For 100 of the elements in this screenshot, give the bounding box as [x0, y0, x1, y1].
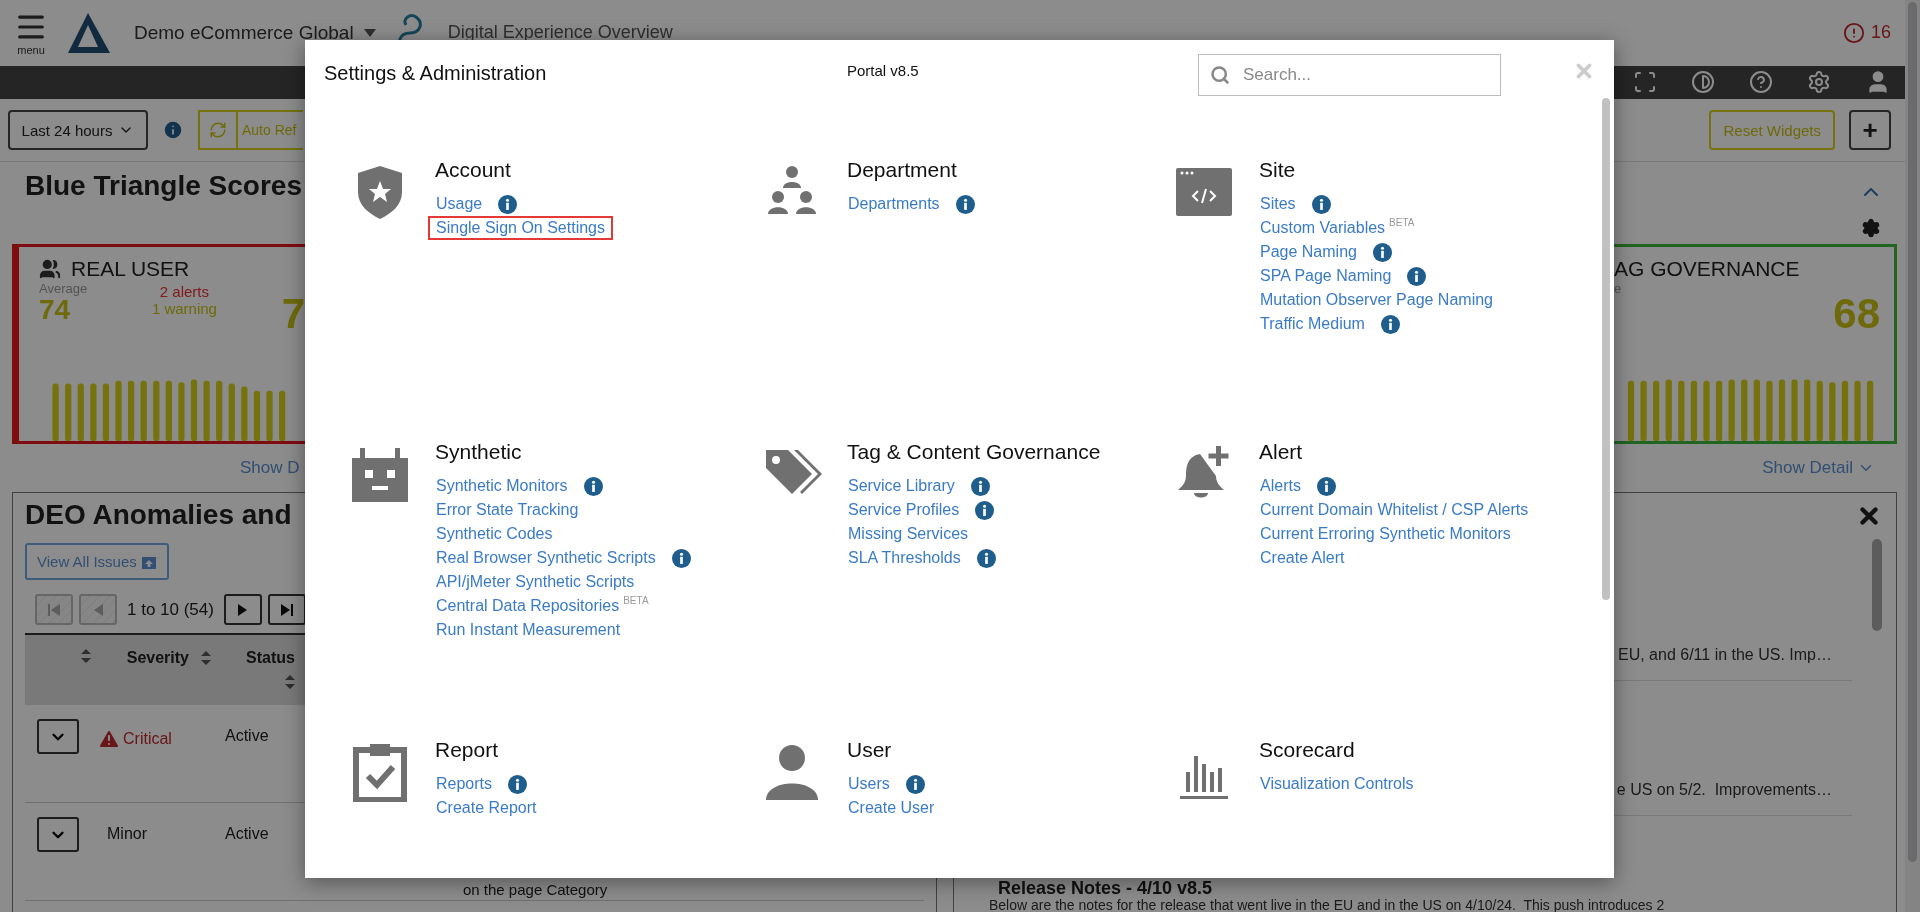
sort-icon[interactable] [285, 675, 295, 689]
info-icon[interactable] [508, 774, 528, 794]
info-icon[interactable] [1407, 266, 1427, 286]
settings-link[interactable]: Create Report [428, 796, 545, 820]
note-excerpt: e US on 5/2. Improvements… [1616, 781, 1832, 799]
settings-link[interactable]: Traffic Medium [1252, 312, 1373, 336]
section-title: Scorecard [1259, 738, 1356, 762]
scrollbar-thumb[interactable] [1602, 98, 1610, 600]
expand-row-button[interactable] [37, 719, 79, 754]
bar [52, 383, 59, 441]
settings-link[interactable]: Central Data Repositories $^{BETA}$ [428, 594, 657, 618]
bar [1841, 380, 1849, 441]
settings-link[interactable]: Visualization Controls [1252, 772, 1422, 796]
view-all-issues-button[interactable]: View All Issues [25, 543, 169, 580]
bar [1791, 379, 1798, 441]
info-icon[interactable] [955, 194, 975, 214]
settings-link[interactable]: Missing Services [840, 522, 977, 546]
info-icon[interactable] [583, 476, 603, 496]
bar [1678, 380, 1685, 441]
info-icon[interactable] [976, 548, 996, 568]
settings-link[interactable]: Error State Tracking [428, 498, 587, 522]
bar [127, 380, 135, 441]
last-page-icon [278, 601, 295, 618]
settings-link[interactable]: Custom Variables $^{BETA}$ [1252, 216, 1423, 240]
section-title: Report [435, 738, 500, 762]
bar [253, 390, 261, 441]
time-range-select[interactable]: Last 24 hours [8, 110, 148, 151]
clipboard-check-icon [350, 742, 410, 802]
bar [241, 386, 248, 441]
settings-link[interactable]: Usage [428, 192, 491, 216]
add-widget-button[interactable]: + [1849, 110, 1891, 151]
settings-link[interactable]: Service Profiles [840, 498, 968, 522]
page-title: Digital Experience Overview [447, 22, 673, 44]
note-excerpt: EU, and 6/11 in the US. Imp… [1617, 646, 1832, 664]
contrast-icon[interactable] [1691, 70, 1715, 95]
scrollbar-thumb[interactable] [1872, 539, 1882, 631]
note-heading: Release Notes - 4/10 v8.5 [998, 878, 1214, 898]
settings-link[interactable]: SPA Page Naming [1252, 264, 1400, 288]
bar [140, 380, 147, 441]
bar [1665, 379, 1672, 441]
settings-link[interactable]: Single Sign On Settings [428, 216, 613, 240]
bar [1829, 382, 1836, 441]
settings-link[interactable]: Service Library [840, 474, 963, 498]
section-title: Account [435, 158, 512, 182]
dialog-title: Settings & Administration [324, 62, 548, 85]
settings-link[interactable]: Synthetic Codes [428, 522, 561, 546]
settings-link[interactable]: Current Erroring Synthetic Monitors [1252, 522, 1519, 546]
info-icon[interactable] [905, 774, 925, 794]
bar [1804, 379, 1811, 441]
page-range: 1 to 10 (54) [127, 599, 214, 620]
settings-link[interactable]: Create Alert [1252, 546, 1353, 570]
show-detail-link[interactable]: Show D [240, 458, 300, 478]
average-value: 74 [39, 296, 71, 324]
bar [90, 383, 97, 441]
settings-link[interactable]: Sites [1252, 192, 1304, 216]
bar [1778, 379, 1786, 441]
settings-link[interactable]: SLA Thresholds [840, 546, 969, 570]
pager-button[interactable] [223, 594, 262, 625]
settings-link[interactable]: API/jMeter Synthetic Scripts [428, 570, 643, 594]
menu-button[interactable]: menu [14, 9, 48, 56]
settings-link[interactable]: Reports [428, 772, 501, 796]
settings-link[interactable]: Run Instant Measurement [428, 618, 629, 642]
settings-link[interactable]: Create User [840, 796, 943, 820]
info-icon[interactable] [498, 194, 518, 214]
search-field[interactable]: Search... [1198, 54, 1501, 96]
settings-link[interactable]: Page Naming [1252, 240, 1365, 264]
info-icon[interactable] [975, 500, 995, 520]
bar [1728, 379, 1735, 441]
sort-icon[interactable] [201, 651, 211, 665]
scrollbar-thumb[interactable] [1908, 2, 1917, 862]
sort-icon[interactable] [81, 649, 91, 663]
fullscreen-icon[interactable] [1633, 70, 1657, 95]
settings-link[interactable]: Departments [840, 192, 948, 216]
settings-link[interactable]: Real Browser Synthetic Scripts [428, 546, 664, 570]
settings-link[interactable]: Alerts [1252, 474, 1309, 498]
settings-link[interactable]: Current Domain Whitelist / CSP Alerts [1252, 498, 1537, 522]
settings-link[interactable]: Mutation Observer Page Naming [1252, 288, 1501, 312]
description-cell-text: on the page Category [462, 880, 609, 898]
pager-button[interactable] [267, 594, 306, 625]
help-icon[interactable] [1749, 70, 1773, 95]
column-header[interactable]: Severity [126, 649, 189, 667]
settings-link[interactable]: Users [840, 772, 898, 796]
alert-count[interactable]: 16 [1842, 21, 1891, 44]
bar [1816, 380, 1823, 441]
info-icon[interactable] [1372, 242, 1392, 262]
severity-cell-text: Minor [107, 824, 148, 843]
expand-row-button[interactable] [37, 817, 79, 852]
section-title: User [847, 738, 893, 762]
info-icon[interactable] [1311, 194, 1331, 214]
column-header[interactable]: Status [246, 649, 295, 667]
organization-select[interactable]: Demo eCommerce Global [134, 21, 376, 44]
info-icon[interactable] [1380, 314, 1400, 334]
info-icon[interactable] [671, 548, 691, 568]
settings-link[interactable]: Synthetic Monitors [428, 474, 576, 498]
show-detail-link[interactable]: Show Detail [1762, 458, 1875, 478]
info-icon[interactable] [1316, 476, 1336, 496]
info-icon[interactable] [970, 476, 990, 496]
bar [1854, 380, 1861, 441]
info-icon[interactable] [162, 119, 184, 142]
caret-icon [363, 28, 376, 37]
